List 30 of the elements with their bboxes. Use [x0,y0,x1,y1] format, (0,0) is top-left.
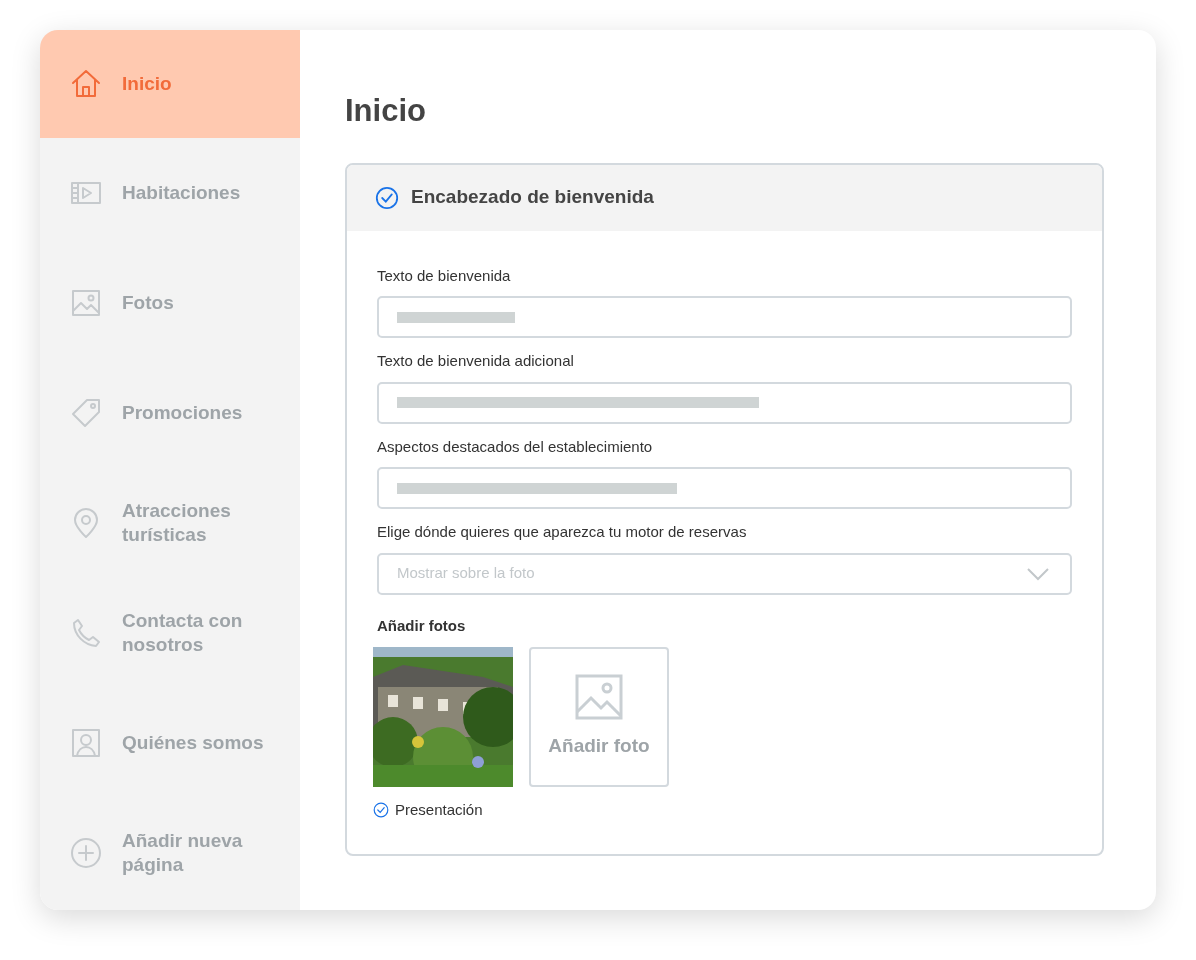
dropdown[interactable]: Mostrar sobre la foto [377,552,1072,595]
add-photo-button[interactable]: Añadir foto [529,647,669,787]
add-icon [70,837,102,869]
page-title: Inicio [345,92,427,130]
sidebar-item[interactable]: Inicio [40,30,300,138]
photos-label: Añadir fotos [377,615,467,636]
chevron-down-icon [1026,566,1050,581]
section-header[interactable]: Encabezado de bienvenida [347,164,1102,231]
field-label: Texto de bienvenida [377,265,512,286]
image-icon [575,673,623,720]
image-icon [70,287,102,319]
sidebar-item[interactable]: Atracciones turísticas [40,468,300,578]
sidebar-item[interactable]: Contacta con nosotros [40,578,300,688]
home-icon [70,68,102,100]
sidebar-item[interactable]: Fotos [40,248,300,358]
tag-icon [70,397,102,429]
person-icon [70,727,102,759]
photo-caption: Presentación [395,800,483,820]
sidebar-item[interactable]: Añadir nueva página [40,798,300,908]
sidebar-item[interactable]: Quiénes somos [40,688,300,798]
field-label: Elige dónde quieres que aparezca tu motor de reservas [377,522,748,542]
input-field[interactable] [377,296,1072,338]
field-label: Aspectos destacados del establecimiento [377,436,654,457]
sidebar-item[interactable]: Promociones [40,358,300,468]
section-title: Encabezado de bienvenida [411,185,654,210]
input-field[interactable] [377,381,1072,424]
field-label: Texto de bienvenida adicional [377,351,575,371]
sidebar-item[interactable]: Habitaciones [40,138,300,248]
phone-icon [70,617,102,649]
input-field[interactable] [377,467,1072,509]
